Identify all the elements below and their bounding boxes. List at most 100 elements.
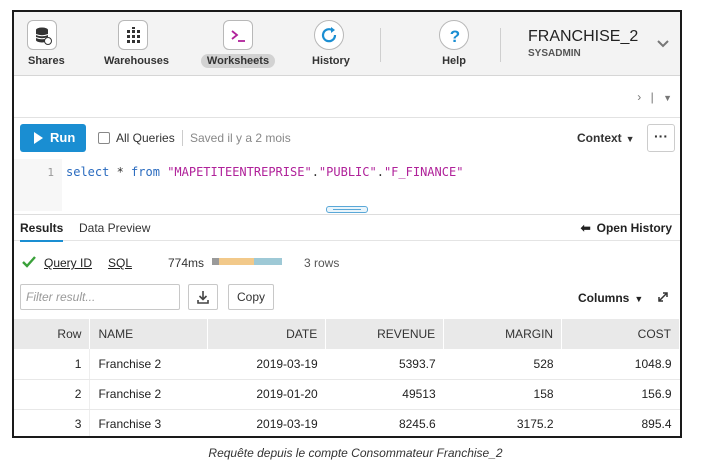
download-icon bbox=[197, 291, 209, 304]
nav-help-label: Help bbox=[442, 55, 466, 67]
table-cell-row: 3 bbox=[14, 409, 91, 436]
table-cell-date: 2019-03-19 bbox=[207, 409, 326, 436]
sql-editor[interactable]: 1 select * from "MAPETITEENTREPRISE"."PU… bbox=[14, 159, 680, 214]
query-id-link[interactable]: Query ID bbox=[44, 256, 92, 270]
account-name[interactable]: FRANCHISE_2 bbox=[528, 28, 638, 46]
account-role: SYSADMIN bbox=[528, 48, 581, 59]
play-icon bbox=[34, 132, 43, 144]
question-icon: ? bbox=[439, 20, 469, 50]
filter-result-input[interactable] bbox=[20, 284, 180, 310]
sql-code-line[interactable]: select * from "MAPETITEENTREPRISE"."PUBL… bbox=[66, 165, 463, 179]
table-cell-revenue: 49513 bbox=[325, 379, 444, 410]
tab-data-preview[interactable]: Data Preview bbox=[79, 221, 150, 235]
row-count: 3 rows bbox=[304, 256, 340, 270]
table-cell-row: 1 bbox=[14, 349, 91, 380]
table-cell-margin: 528 bbox=[443, 349, 562, 380]
sql-dot: . bbox=[376, 165, 384, 179]
more-options-button[interactable]: ··· bbox=[647, 124, 675, 152]
worksheet-tab-bar: › | ▼ bbox=[14, 77, 680, 118]
sql-keyword-select: select bbox=[66, 165, 110, 179]
column-header-row[interactable]: Row bbox=[14, 319, 91, 349]
table-row[interactable]: 2 Franchise 2 2019-01-20 49513 158 156.9 bbox=[14, 379, 680, 410]
terminal-icon bbox=[223, 20, 253, 50]
nav-history-label: History bbox=[312, 55, 350, 67]
caret-down-icon: ▼ bbox=[625, 134, 635, 144]
nav-worksheets-label: Worksheets bbox=[200, 54, 276, 68]
table-row[interactable]: 1 Franchise 2 2019-03-19 5393.7 528 1048… bbox=[14, 349, 680, 380]
all-queries-label: All Queries bbox=[116, 131, 175, 145]
table-cell-revenue: 5393.7 bbox=[325, 349, 444, 380]
snowflake-worksheet-window: Shares Warehouses Worksheets History ? H… bbox=[12, 10, 682, 438]
caret-down-icon[interactable]: ▼ bbox=[663, 93, 672, 103]
editor-gutter: 1 bbox=[14, 159, 62, 211]
table-cell-row: 2 bbox=[14, 379, 91, 410]
table-cell-date: 2019-01-20 bbox=[207, 379, 326, 410]
timing-segment-compile bbox=[212, 258, 219, 265]
line-number: 1 bbox=[47, 166, 54, 179]
top-navigation: Shares Warehouses Worksheets History ? H… bbox=[14, 12, 680, 76]
svg-text:?: ? bbox=[450, 27, 460, 46]
open-history-button[interactable]: ⬅ Open History bbox=[581, 221, 672, 235]
sql-schema-name: "PUBLIC" bbox=[318, 165, 377, 179]
sql-keyword-from: from bbox=[131, 165, 160, 179]
table-header-row: Row NAME DATE REVENUE MARGIN COST bbox=[14, 319, 680, 349]
timing-segment-queue bbox=[219, 258, 254, 265]
column-header-revenue[interactable]: REVENUE bbox=[325, 319, 445, 349]
columns-dropdown[interactable]: Columns ▼ bbox=[578, 291, 643, 305]
editor-resize-handle[interactable] bbox=[326, 206, 368, 213]
column-header-date[interactable]: DATE bbox=[207, 319, 327, 349]
saved-status: Saved il y a 2 mois bbox=[190, 131, 291, 145]
context-dropdown[interactable]: Context ▼ bbox=[577, 131, 635, 145]
divider: | bbox=[650, 90, 654, 104]
expand-icon[interactable] bbox=[657, 290, 669, 308]
copy-button[interactable]: Copy bbox=[228, 284, 274, 310]
tab-results[interactable]: Results bbox=[20, 221, 64, 242]
table-cell-revenue: 8245.6 bbox=[325, 409, 444, 436]
timing-segment-execute bbox=[254, 258, 282, 265]
table-cell-margin: 3175.2 bbox=[443, 409, 562, 436]
run-toolbar: Run All Queries Saved il y a 2 mois Cont… bbox=[14, 119, 680, 159]
all-queries-checkbox[interactable] bbox=[98, 132, 110, 144]
table-cell-name: Franchise 2 bbox=[89, 379, 208, 410]
column-header-margin[interactable]: MARGIN bbox=[443, 319, 563, 349]
results-table: Row NAME DATE REVENUE MARGIN COST 1 Fran… bbox=[14, 319, 680, 436]
download-button[interactable] bbox=[188, 284, 218, 310]
table-cell-cost: 156.9 bbox=[561, 379, 680, 410]
sql-dot: . bbox=[311, 165, 319, 179]
run-button-label: Run bbox=[50, 130, 76, 145]
worksheet-tab-controls: › | ▼ bbox=[631, 90, 672, 104]
column-header-cost[interactable]: COST bbox=[561, 319, 680, 349]
table-cell-cost: 1048.9 bbox=[561, 349, 680, 380]
warehouse-grid-icon bbox=[118, 20, 148, 50]
sql-database-name: "MAPETITEENTREPRISE" bbox=[167, 165, 312, 179]
nav-help[interactable]: ? Help bbox=[434, 20, 474, 68]
table-cell-name: Franchise 2 bbox=[89, 349, 208, 380]
arrow-left-icon: ⬅ bbox=[580, 221, 591, 235]
nav-worksheets[interactable]: Worksheets bbox=[200, 20, 276, 68]
nav-divider bbox=[380, 28, 381, 62]
chevron-right-icon[interactable]: › bbox=[637, 90, 641, 104]
nav-shares[interactable]: Shares bbox=[22, 20, 65, 68]
column-header-name[interactable]: NAME bbox=[89, 319, 209, 349]
run-button[interactable]: Run bbox=[20, 124, 86, 152]
table-row[interactable]: 3 Franchise 3 2019-03-19 8245.6 3175.2 8… bbox=[14, 409, 680, 436]
open-history-label: Open History bbox=[596, 221, 672, 235]
history-refresh-icon bbox=[314, 20, 344, 50]
chevron-down-icon[interactable] bbox=[656, 36, 670, 54]
nav-shares-label: Shares bbox=[28, 55, 65, 67]
caret-down-icon: ▼ bbox=[634, 294, 644, 304]
table-cell-margin: 158 bbox=[443, 379, 562, 410]
sql-link[interactable]: SQL bbox=[108, 256, 132, 270]
sql-table-name: "F_FINANCE" bbox=[383, 165, 464, 179]
check-icon bbox=[22, 255, 36, 273]
table-cell-name: Franchise 3 bbox=[89, 409, 208, 436]
query-timing-bar bbox=[212, 258, 282, 265]
context-label: Context bbox=[577, 131, 622, 145]
query-duration: 774ms bbox=[168, 256, 205, 270]
nav-warehouses[interactable]: Warehouses bbox=[98, 20, 169, 68]
table-cell-date: 2019-03-19 bbox=[207, 349, 326, 380]
results-tab-bar: Results Data Preview ⬅ Open History bbox=[14, 214, 680, 242]
table-cell-cost: 895.4 bbox=[561, 409, 680, 436]
columns-label: Columns bbox=[578, 291, 630, 305]
nav-history[interactable]: History bbox=[306, 20, 352, 68]
